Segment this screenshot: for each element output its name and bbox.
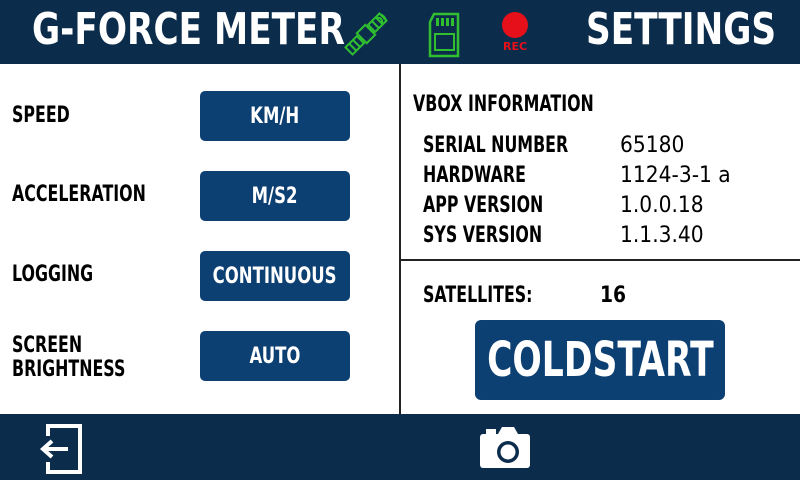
sys-version-label: SYS VERSION [423, 223, 543, 248]
screen-brightness-value: AUTO [249, 343, 301, 369]
speed-label: SPEED [12, 103, 70, 128]
logging-label: LOGGING [12, 262, 94, 287]
coldstart-label: COLDSTART [486, 332, 714, 388]
app-title: G-FORCE METER [32, 4, 345, 55]
sys-version-value: 1.1.3.40 [620, 223, 704, 248]
settings-panel: SPEED KM/H ACCELERATION M/S2 LOGGING CON… [0, 64, 400, 414]
screen-brightness-label-line2: BRIGHTNESS [12, 357, 126, 382]
exit-icon[interactable] [30, 422, 84, 476]
hardware-value: 1124-3-1 a [620, 163, 731, 188]
vbox-info-heading: VBOX INFORMATION [413, 92, 594, 117]
screen-brightness-button[interactable]: AUTO [200, 331, 350, 381]
satellites-count: 16 [600, 283, 627, 308]
screen-title: SETTINGS [586, 4, 777, 55]
serial-number-label: SERIAL NUMBER [423, 133, 569, 158]
hardware-label: HARDWARE [423, 163, 526, 188]
horizontal-divider [401, 259, 800, 261]
header-bar: G-FORCE METER REC SETTINGS [0, 0, 800, 64]
screen-brightness-label-line1: SCREEN [12, 333, 83, 358]
acceleration-unit-value: M/S2 [252, 183, 298, 209]
camera-icon[interactable] [478, 424, 532, 470]
serial-number-value: 65180 [620, 133, 685, 158]
speed-unit-button[interactable]: KM/H [200, 91, 350, 141]
record-icon: REC [498, 12, 532, 58]
app-version-label: APP VERSION [423, 193, 544, 218]
acceleration-unit-button[interactable]: M/S2 [200, 171, 350, 221]
vertical-divider [399, 64, 401, 414]
satellite-icon [344, 12, 388, 56]
acceleration-label: ACCELERATION [12, 182, 146, 207]
sd-card-icon [428, 12, 460, 58]
footer-bar [0, 414, 800, 480]
coldstart-button[interactable]: COLDSTART [475, 320, 725, 400]
logging-mode-value: CONTINUOUS [213, 263, 337, 289]
app-version-value: 1.0.0.18 [620, 193, 704, 218]
logging-mode-button[interactable]: CONTINUOUS [200, 251, 350, 301]
record-dot [502, 12, 528, 38]
rec-label: REC [502, 40, 528, 53]
satellites-label: SATELLITES: [423, 283, 533, 308]
speed-unit-value: KM/H [250, 103, 300, 129]
